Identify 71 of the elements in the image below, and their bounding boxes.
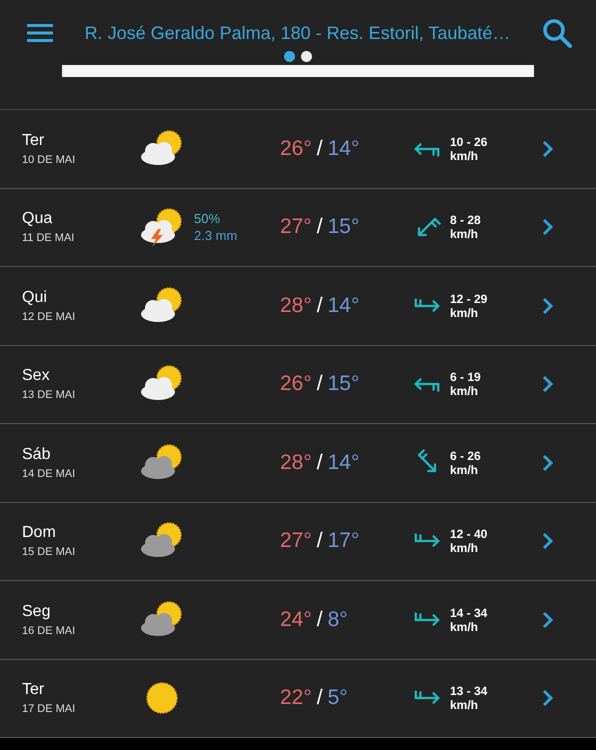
low-temperature: 17°: [328, 529, 360, 554]
low-temperature: 15°: [328, 215, 360, 240]
low-temperature: 14°: [328, 136, 360, 161]
chevron-right-icon[interactable]: [542, 689, 554, 708]
day-name: Ter: [22, 681, 46, 700]
day-date: 14 DE MAI: [22, 468, 76, 480]
low-temperature: 14°: [328, 294, 360, 318]
wind-unit: km/h: [450, 541, 480, 556]
day-date: 10 DE MAI: [22, 154, 76, 166]
temperature-separator: /: [316, 372, 323, 396]
wind-unit: km/h: [450, 620, 480, 634]
day-name: Sáb: [22, 446, 52, 464]
wind-speed: 14 - 34: [450, 606, 488, 620]
day-date: 11 DE MAI: [22, 232, 76, 244]
wind-speed: 13 - 34: [450, 684, 488, 698]
high-temperature: 27°: [280, 215, 312, 240]
high-temperature: 22°: [280, 686, 312, 710]
chevron-right-icon[interactable]: [542, 532, 554, 550]
temperature-separator: /: [316, 136, 323, 161]
day-name: Seg: [22, 602, 52, 621]
chevron-right-icon[interactable]: [542, 454, 554, 472]
low-temperature: 14°: [328, 450, 360, 475]
chevron-right-icon[interactable]: [542, 375, 554, 394]
wind-unit: km/h: [450, 148, 480, 163]
wind-unit: km/h: [450, 227, 480, 242]
location-title[interactable]: R. José Geraldo Palma, 180 - Res. Estoril, Taubaté…: [53, 22, 542, 44]
wind-speed: 6 - 19: [450, 370, 482, 384]
temperature-separator: /: [316, 215, 323, 240]
day-date: 15 DE MAI: [22, 546, 76, 558]
high-temperature: 26°: [280, 372, 312, 396]
day-name: Dom: [22, 524, 57, 542]
chevron-right-icon[interactable]: [542, 296, 554, 315]
temperature-separator: /: [316, 294, 323, 318]
high-temperature: 24°: [280, 608, 312, 632]
high-temperature: 26°: [280, 136, 312, 161]
wind-speed: 6 - 26: [450, 448, 482, 463]
low-temperature: 5°: [328, 686, 348, 710]
day-name: Qua: [22, 210, 54, 228]
low-temperature: 8°: [328, 608, 348, 632]
high-temperature: 28°: [280, 450, 312, 475]
chevron-right-icon[interactable]: [542, 610, 554, 629]
temperature-separator: /: [316, 686, 323, 710]
temperature-separator: /: [316, 529, 323, 554]
low-temperature: 15°: [328, 372, 360, 396]
temperature-separator: /: [316, 450, 323, 475]
rain-chance: 50%: [194, 211, 222, 226]
wind-speed: 10 - 26: [450, 134, 488, 149]
chevron-right-icon[interactable]: [542, 140, 554, 158]
rain-amount: 2.3 mm: [194, 228, 238, 244]
wind-unit: km/h: [450, 698, 480, 712]
day-date: 16 DE MAI: [22, 624, 76, 637]
page-dot[interactable]: [284, 51, 295, 62]
day-name: Qui: [22, 288, 48, 307]
day-date: 17 DE MAI: [22, 703, 76, 716]
day-date: 12 DE MAI: [22, 310, 76, 323]
high-temperature: 27°: [280, 529, 312, 554]
chevron-right-icon[interactable]: [542, 218, 554, 236]
day-name: Sex: [22, 367, 51, 386]
wind-unit: km/h: [450, 384, 480, 398]
wind-speed: 12 - 29: [450, 292, 488, 306]
search-icon[interactable]: [542, 18, 572, 48]
wind-unit: km/h: [450, 306, 480, 320]
day-date: 13 DE MAI: [22, 389, 76, 402]
wind-speed: 12 - 40: [450, 527, 488, 542]
high-temperature: 28°: [280, 294, 312, 318]
wind-unit: km/h: [450, 462, 480, 477]
temperature-separator: /: [316, 608, 323, 632]
wind-speed: 8 - 28: [450, 213, 482, 228]
menu-icon[interactable]: [27, 23, 53, 43]
page-dot[interactable]: [301, 51, 312, 62]
day-name: Ter: [22, 132, 46, 150]
